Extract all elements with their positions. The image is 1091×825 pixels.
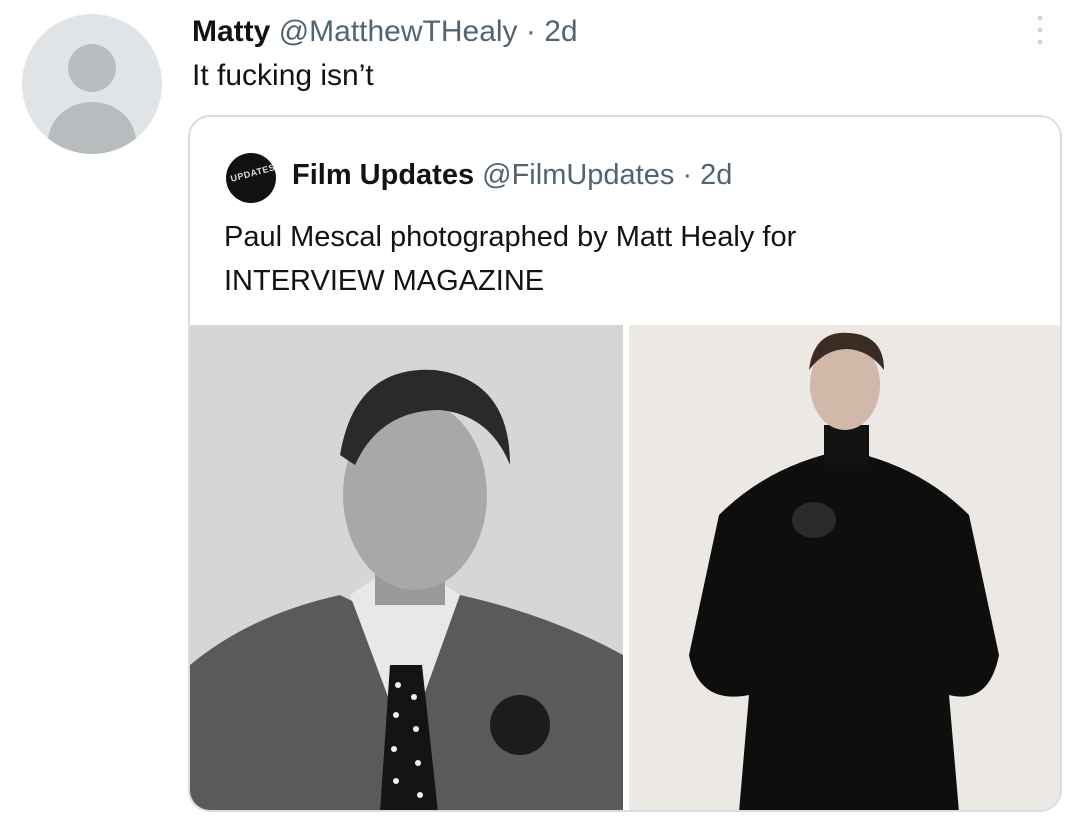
bw-portrait-photo[interactable] xyxy=(190,325,623,810)
separator: · xyxy=(525,15,536,48)
tweet-time[interactable]: 2d xyxy=(544,15,577,48)
avatar-logo: UPDATES xyxy=(229,162,276,184)
quoted-tweet-header: Film Updates @FilmUpdates · 2d xyxy=(292,155,732,195)
default-profile-body xyxy=(48,102,136,154)
author-name[interactable]: Matty xyxy=(192,15,270,48)
quoted-author-name[interactable]: Film Updates xyxy=(292,159,474,191)
media-grid xyxy=(190,325,1060,810)
default-profile-icon xyxy=(68,44,116,92)
quoted-text-line-2: INTERVIEW MAGAZINE xyxy=(224,265,545,297)
separator: · xyxy=(682,159,693,191)
quoted-tweet-time[interactable]: 2d xyxy=(700,159,732,191)
author-handle[interactable]: @MatthewTHealy xyxy=(279,15,518,48)
author-avatar[interactable] xyxy=(22,14,162,154)
tweet-header: Matty @MatthewTHealy · 2d xyxy=(192,12,578,52)
tweet-text: It fucking isn’t xyxy=(192,59,374,92)
quoted-tweet[interactable]: UPDATES Film Updates @FilmUpdates · 2d P… xyxy=(188,115,1062,812)
more-options-icon[interactable] xyxy=(1030,10,1050,50)
black-coat-portrait-photo[interactable] xyxy=(629,325,1060,810)
quoted-text-line-1: Paul Mescal photographed by Matt Healy f… xyxy=(224,221,797,253)
quoted-tweet-text: Paul Mescal photographed by Matt Healy f… xyxy=(224,215,1044,303)
quoted-author-handle[interactable]: @FilmUpdates xyxy=(482,159,674,191)
quoted-author-avatar[interactable]: UPDATES xyxy=(226,153,276,203)
